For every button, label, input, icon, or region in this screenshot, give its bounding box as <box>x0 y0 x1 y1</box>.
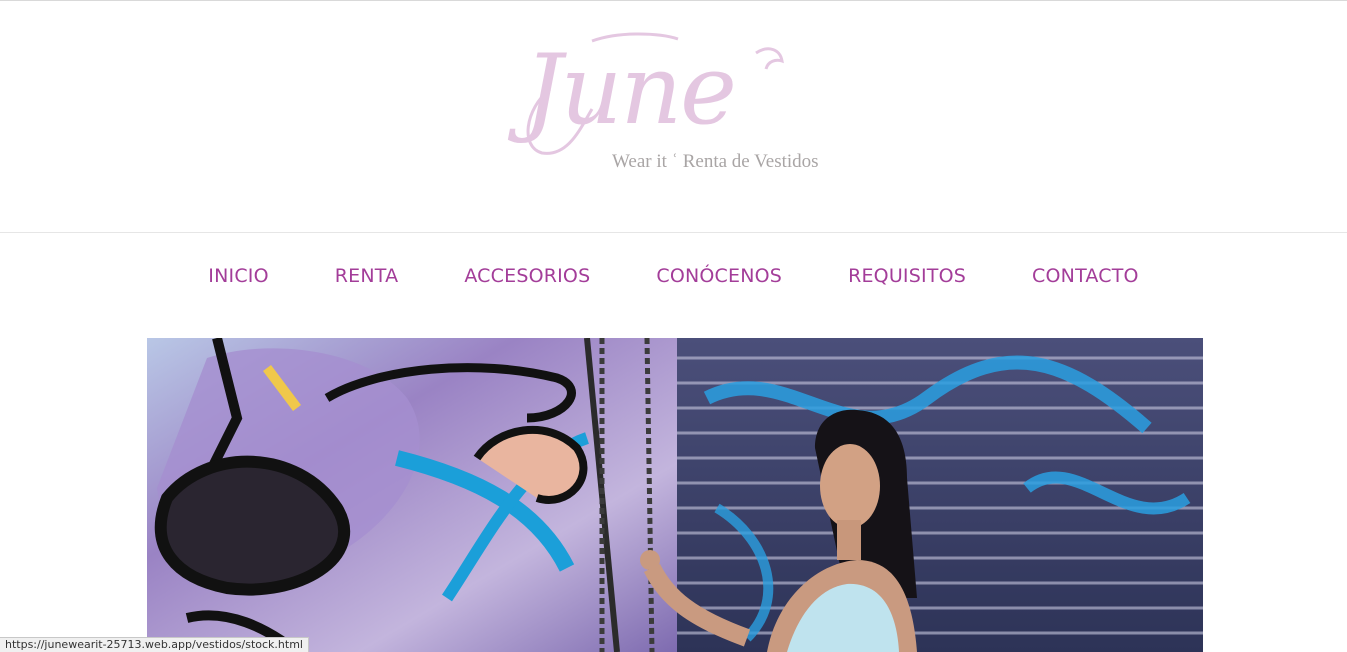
nav-conocenos[interactable]: CONÓCENOS <box>656 265 782 287</box>
hero-graffiti-photo <box>147 338 1203 652</box>
main-nav: INICIO RENTA ACCESORIOS CONÓCENOS REQUIS… <box>0 234 1347 318</box>
nav-inicio[interactable]: INICIO <box>208 265 268 287</box>
nav-renta[interactable]: RENTA <box>335 265 399 287</box>
nav-requisitos[interactable]: REQUISITOS <box>848 265 966 287</box>
hero-image <box>147 338 1203 652</box>
site-header: June Wear it ʿ Renta de Vestidos <box>0 1 1347 233</box>
nav-accesorios[interactable]: ACCESORIOS <box>464 265 590 287</box>
logo-wordmark: June <box>524 34 737 146</box>
status-bar-url: https://junewearit-25713.web.app/vestido… <box>0 637 309 652</box>
site-logo[interactable]: June Wear it ʿ Renta de Vestidos <box>520 29 840 179</box>
logo-tagline: Wear it ʿ Renta de Vestidos <box>612 151 819 172</box>
nav-contacto[interactable]: CONTACTO <box>1032 265 1139 287</box>
